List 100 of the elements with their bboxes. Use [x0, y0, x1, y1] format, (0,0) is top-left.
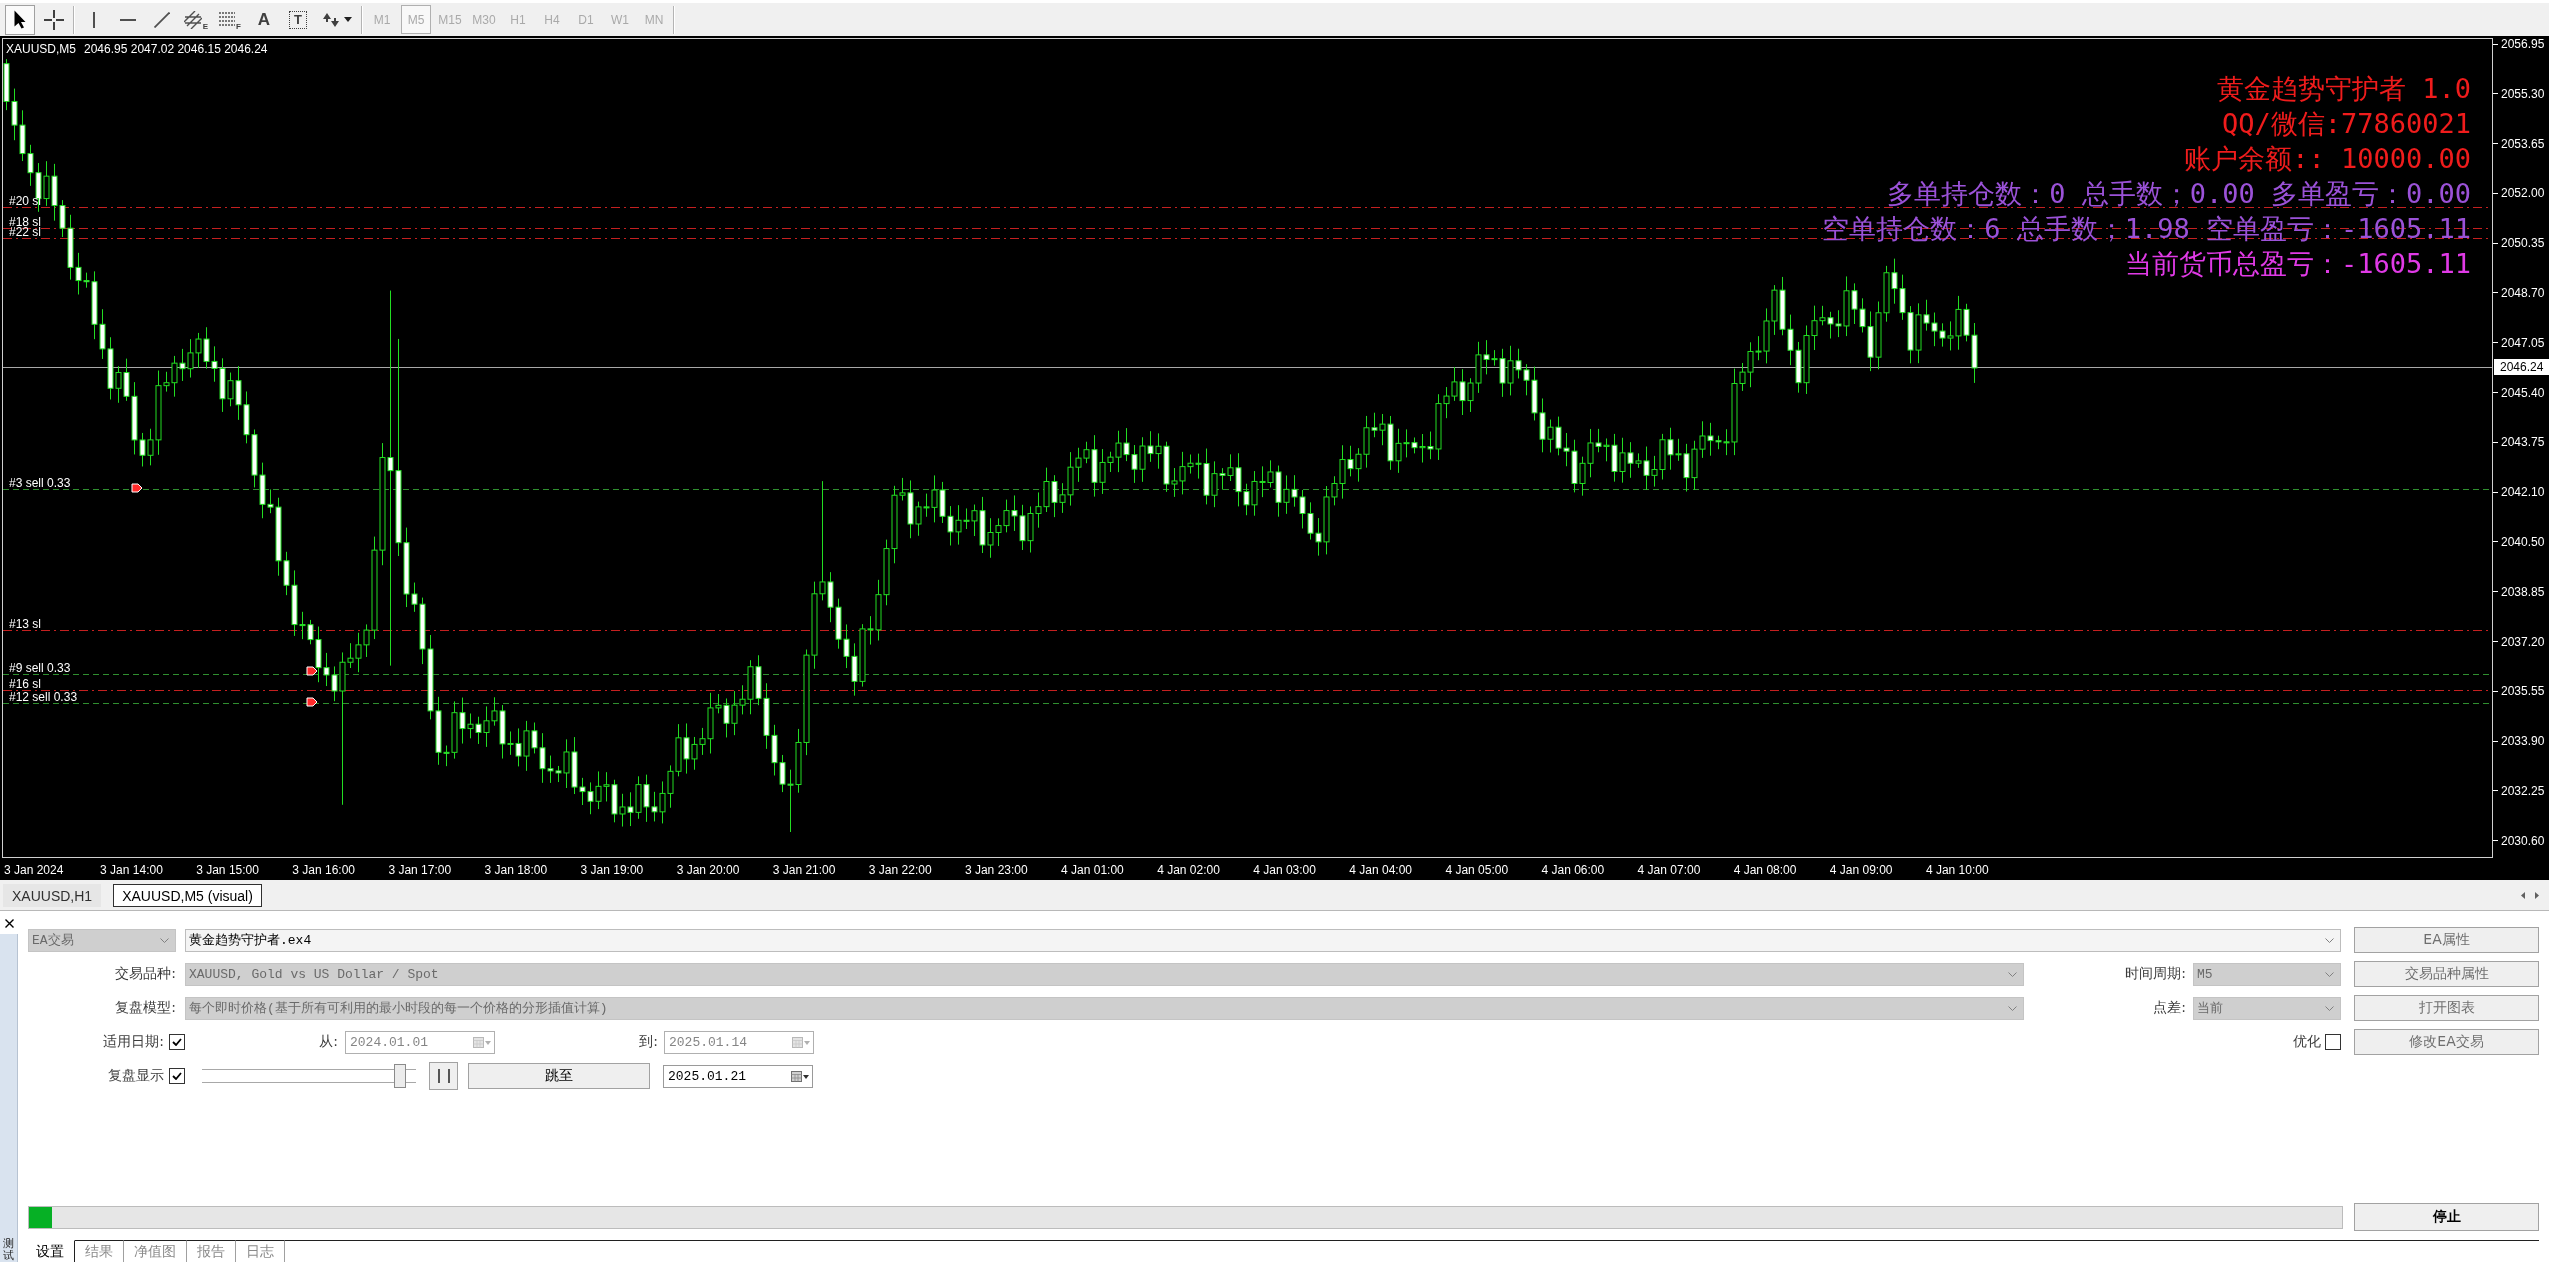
calendar-dropdown-icon[interactable]	[791, 1070, 809, 1082]
chart-overlay-text: QQ/微信:77860021	[2221, 107, 2471, 141]
tester-tab[interactable]: 净值图	[124, 1240, 187, 1262]
time-axis-label: 3 Jan 22:00	[868, 863, 932, 877]
field-label: 交易品种:	[114, 965, 176, 983]
close-icon[interactable]	[4, 919, 14, 928]
chart-overlay-text: 账户余额:: 10000.00	[2184, 142, 2471, 176]
fibonacci-levels-tool-button[interactable]: F	[215, 4, 245, 35]
price-axis-label: 2050.35	[2501, 235, 2545, 252]
chart-overlay-text: 当前货币总盈亏：-1605.11	[2124, 247, 2471, 281]
order-line-label: #12 sell 0.33	[9, 692, 78, 702]
slider-thumb[interactable]	[393, 1064, 406, 1088]
time-axis-label: 4 Jan 09:00	[1829, 863, 1893, 877]
order-line-label: #16 sl	[9, 679, 42, 689]
price-axis-label: 2040.50	[2501, 533, 2545, 550]
time-axis-label: 3 Jan 17:00	[388, 863, 452, 877]
fibonacci-channel-tool-button[interactable]: E	[181, 4, 211, 35]
dotted-levels-icon	[219, 12, 236, 27]
arrows-icon	[322, 11, 340, 28]
time-axis-label: 4 Jan 07:00	[1637, 863, 1701, 877]
scroll-left-icon[interactable]	[2521, 892, 2525, 899]
arrow-cursor-icon	[14, 10, 26, 29]
date-field[interactable]: 2025.01.21	[663, 1064, 813, 1088]
price-axis-label: 2030.60	[2501, 832, 2545, 849]
side-title: 测试	[3, 1237, 14, 1262]
current-price-label: 2046.24	[2494, 359, 2549, 375]
checkbox[interactable]	[169, 1034, 185, 1050]
skip-to-button[interactable]: 跳至	[468, 1063, 650, 1089]
chevron-down-icon	[160, 937, 169, 943]
field-label: 复盘模型:	[114, 999, 176, 1017]
time-axis-label: 3 Jan 23:00	[964, 863, 1028, 877]
order-marker-icon	[306, 697, 318, 707]
tester-tab[interactable]: 报告	[187, 1240, 236, 1262]
chevron-down-icon	[2008, 971, 2017, 977]
cursor-tool-button[interactable]	[5, 4, 35, 35]
price-axis-label: 2038.85	[2501, 583, 2545, 600]
order-line-label: #22 sl	[9, 227, 42, 237]
ohlc-values-label: 2046.95 2047.02 2046.15 2046.24	[84, 42, 268, 56]
pause-button[interactable]	[429, 1062, 458, 1090]
chevron-down-icon	[2325, 971, 2334, 977]
checkbox[interactable]	[169, 1068, 185, 1084]
checkmark-icon	[172, 1072, 182, 1080]
order-marker-icon	[306, 666, 318, 676]
field-label: 到:	[638, 1033, 658, 1051]
field-label: 适用日期:	[102, 1033, 164, 1051]
order-line-label: #3 sell 0.33	[9, 478, 71, 488]
chart-tab[interactable]: XAUUSD,M5 (visual)	[113, 884, 262, 907]
symbol-period-label: XAUUSD,M5	[6, 42, 76, 56]
stop-button[interactable]: 停止	[2354, 1203, 2539, 1231]
time-axis-label: 3 Jan 20:00	[676, 863, 740, 877]
tester-tab[interactable]: 日志	[236, 1240, 285, 1262]
time-axis-label: 4 Jan 05:00	[1445, 863, 1509, 877]
hatched-channel-icon	[183, 10, 202, 29]
time-axis-label: 3 Jan 15:00	[196, 863, 259, 877]
time-axis-label: 4 Jan 03:00	[1253, 863, 1316, 877]
price-axis-label: 2037.20	[2501, 633, 2545, 650]
price-axis-label: 2053.65	[2501, 135, 2545, 152]
checkbox[interactable]	[2325, 1034, 2341, 1050]
chevron-down-icon	[2008, 1005, 2017, 1011]
price-axis-label: 2042.10	[2501, 484, 2545, 501]
chart-tab[interactable]: XAUUSD,H1	[3, 884, 102, 907]
checkmark-icon	[172, 1038, 182, 1046]
time-axis-label: 4 Jan 10:00	[1925, 863, 1989, 877]
horizontal-line-icon	[120, 18, 136, 21]
time-axis-label: 3 Jan 2024	[4, 863, 64, 877]
time-axis-label: 3 Jan 16:00	[292, 863, 355, 877]
price-axis-label: 2048.70	[2501, 285, 2545, 301]
pause-icon	[437, 1069, 450, 1083]
order-line-label: #9 sell 0.33	[9, 663, 71, 673]
price-axis-label: 2032.25	[2501, 782, 2545, 799]
time-axis-label: 4 Jan 01:00	[1061, 863, 1124, 877]
field-label: 复盘显示	[107, 1067, 164, 1085]
text-tool-button[interactable]: A	[249, 4, 279, 35]
time-axis-label: 3 Jan 14:00	[100, 863, 163, 877]
caret-icon	[344, 17, 352, 22]
time-axis-label: 4 Jan 06:00	[1541, 863, 1605, 877]
chart-overlay-text: 黄金趋势守护者 1.0	[2216, 72, 2471, 106]
scroll-right-icon[interactable]	[2535, 892, 2539, 899]
price-axis-label: 2052.00	[2501, 185, 2545, 202]
vertical-line-icon	[93, 11, 95, 28]
chart-overlay-text: 多单持仓数：0 总手数；0.00 多单盈亏：0.00	[1887, 177, 2471, 211]
field-label: 点差:	[2152, 999, 2186, 1017]
field-label: 优化	[2293, 1033, 2321, 1051]
chevron-down-icon	[2325, 937, 2334, 943]
order-marker-icon	[131, 483, 143, 493]
time-axis-label: 3 Jan 19:00	[580, 863, 644, 877]
time-axis-label: 4 Jan 04:00	[1349, 863, 1413, 877]
price-axis-label: 2033.90	[2501, 733, 2545, 750]
time-axis-label: 4 Jan 02:00	[1157, 863, 1220, 877]
price-axis-label: 2035.55	[2501, 683, 2545, 700]
chevron-down-icon	[2325, 1005, 2334, 1011]
expert-dropdown[interactable]: 黄金趋势守护者.ex4	[185, 928, 2341, 952]
price-axis-label: 2045.40	[2501, 384, 2545, 401]
time-axis-label: 3 Jan 21:00	[772, 863, 836, 877]
price-axis-label: 2047.05	[2501, 334, 2545, 351]
order-line-label: #18 sl	[9, 217, 42, 227]
text-label-tool-button[interactable]: T	[283, 4, 313, 35]
crosshair-icon	[44, 9, 64, 30]
tester-tab[interactable]: 结果	[75, 1240, 124, 1262]
field-label: 从:	[318, 1033, 338, 1051]
